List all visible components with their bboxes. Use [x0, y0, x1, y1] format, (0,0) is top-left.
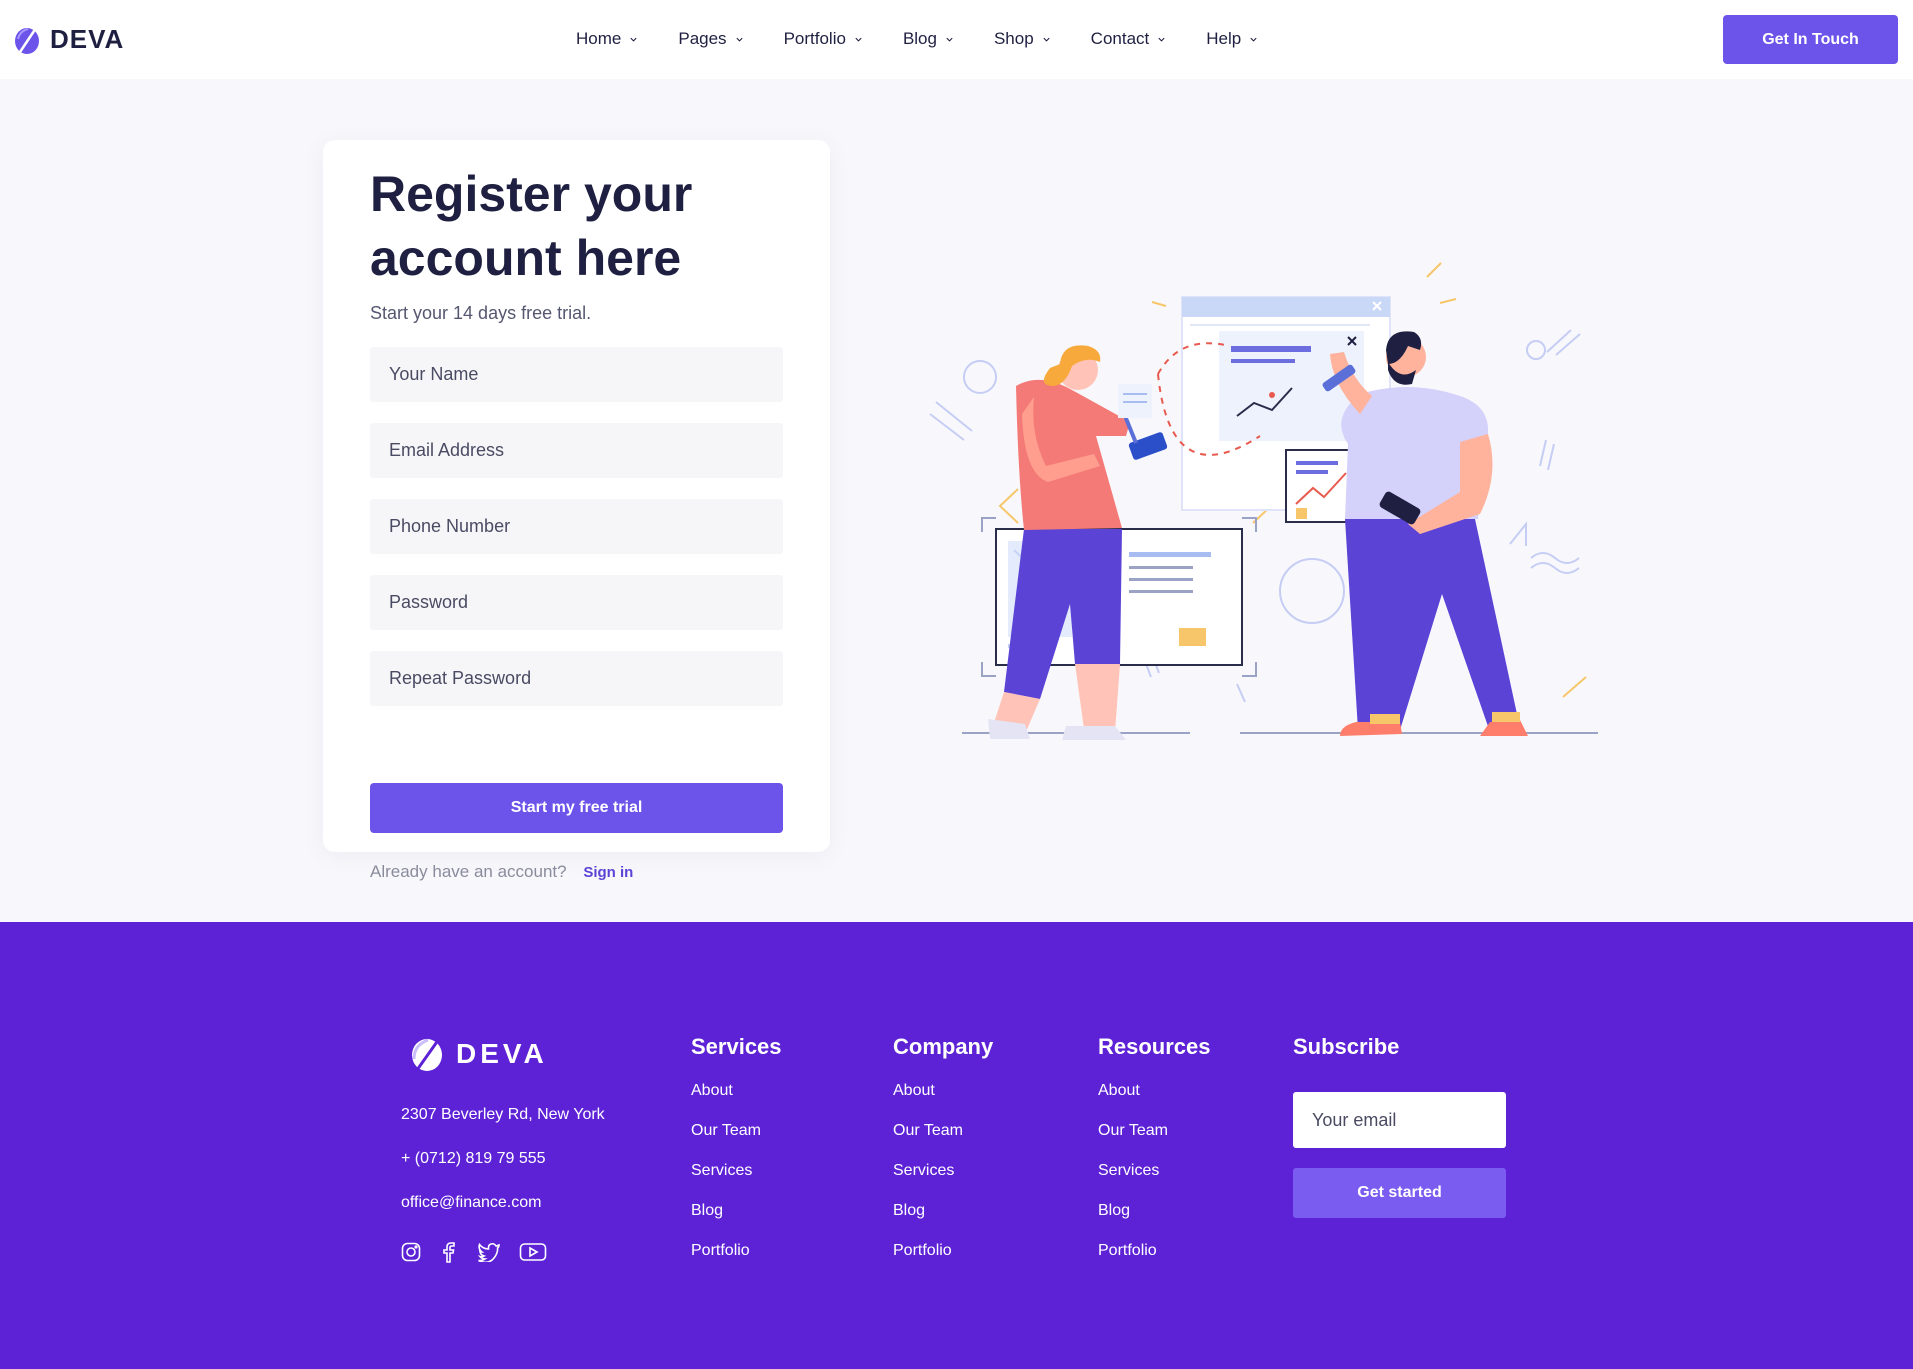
footer-column-subscribe: Subscribe: [1293, 1034, 1399, 1082]
footer-link[interactable]: Portfolio: [1098, 1242, 1211, 1282]
chevron-down-icon: [735, 37, 743, 42]
main-nav: Home Pages Portfolio Blog Shop Contact H…: [576, 29, 1298, 49]
youtube-icon[interactable]: [519, 1242, 547, 1267]
nav-item-label: Blog: [902, 29, 937, 48]
footer-link[interactable]: Services: [1098, 1162, 1211, 1202]
chevron-down-icon: [1043, 37, 1050, 42]
footer-column-title: Company: [893, 1034, 994, 1059]
footer-address: 2307 Beverley Rd, New York: [401, 1106, 605, 1123]
footer-link[interactable]: Our Team: [1098, 1122, 1211, 1162]
footer-link[interactable]: Blog: [691, 1202, 782, 1242]
footer-phone: + (0712) 819 79 555: [401, 1150, 546, 1167]
footer-link[interactable]: Blog: [1098, 1202, 1211, 1242]
footer-column-services: Services About Our Team Services Blog Po…: [691, 1034, 782, 1282]
signin-link[interactable]: Sign in: [583, 864, 633, 881]
footer-link[interactable]: Portfolio: [691, 1242, 782, 1282]
register-card: Register your account here Start your 14…: [323, 140, 830, 881]
footer-logo[interactable]: DEVA: [410, 1035, 548, 1073]
signin-prompt: Already have an account?: [370, 862, 567, 881]
nav-item-label: Help: [1206, 29, 1242, 48]
nav-item-contact[interactable]: Contact: [1091, 29, 1167, 49]
nav-item-portfolio[interactable]: Portfolio: [784, 29, 863, 49]
footer-column-company: Company About Our Team Services Blog Por…: [893, 1034, 993, 1282]
email-field[interactable]: [370, 423, 783, 478]
get-in-touch-button[interactable]: Get In Touch: [1723, 15, 1898, 64]
hero-illustration: [929, 262, 1598, 740]
twitter-icon[interactable]: [477, 1242, 501, 1267]
start-trial-button[interactable]: Start my free trial: [370, 783, 783, 833]
chevron-down-icon: [855, 37, 862, 42]
nav-item-home[interactable]: Home: [576, 29, 638, 49]
instagram-icon[interactable]: [401, 1242, 421, 1267]
nav-item-help[interactable]: Help: [1206, 29, 1258, 49]
repeat-password-field[interactable]: [370, 651, 783, 706]
footer-link[interactable]: Blog: [893, 1202, 993, 1242]
social-links: [401, 1241, 565, 1268]
footer-column-title: Services: [691, 1034, 782, 1059]
logo-icon: [15, 26, 39, 54]
footer-column-resources: Resources About Our Team Services Blog P…: [1098, 1034, 1211, 1282]
nav-item-label: Pages: [678, 29, 727, 48]
site-header: DEVA Home Pages Portfolio Blog Shop Cont…: [0, 0, 1913, 79]
nav-item-blog[interactable]: Blog: [903, 29, 954, 49]
footer-link[interactable]: Our Team: [691, 1122, 782, 1162]
footer-link[interactable]: About: [1098, 1082, 1211, 1122]
subscribe-email-input[interactable]: [1293, 1092, 1506, 1148]
brand-name: DEVA: [50, 24, 125, 54]
footer-link[interactable]: Our Team: [893, 1122, 993, 1162]
footer-link[interactable]: Services: [691, 1162, 782, 1202]
nav-item-label: Contact: [1090, 29, 1150, 48]
site-footer: DEVA 2307 Beverley Rd, New York + (0712)…: [0, 922, 1913, 1369]
signin-row: Already have an account? Sign in: [370, 862, 633, 882]
facebook-icon[interactable]: [439, 1241, 459, 1268]
brand-logo[interactable]: DEVA: [14, 24, 124, 55]
footer-column-title: Resources: [1098, 1034, 1211, 1059]
footer-link[interactable]: About: [893, 1082, 993, 1122]
footer-email: office@finance.com: [401, 1194, 542, 1211]
page-title: Register your account here: [370, 166, 693, 286]
footer-link[interactable]: Services: [893, 1162, 993, 1202]
chevron-down-icon: [1158, 37, 1165, 42]
chevron-down-icon: [630, 37, 637, 42]
password-field[interactable]: [370, 575, 783, 630]
footer-link[interactable]: Portfolio: [893, 1242, 993, 1282]
footer-link[interactable]: About: [691, 1082, 782, 1122]
nav-item-pages[interactable]: Pages: [678, 29, 743, 49]
subscribe-title: Subscribe: [1293, 1034, 1400, 1059]
chevron-down-icon: [946, 37, 953, 42]
get-started-button[interactable]: Get started: [1293, 1168, 1506, 1218]
nav-item-shop[interactable]: Shop: [994, 29, 1051, 49]
nav-item-label: Home: [576, 29, 622, 48]
page-subtitle: Start your 14 days free trial.: [370, 303, 592, 323]
footer-brand-name: DEVA: [456, 1038, 548, 1069]
hero-section: Register your account here Start your 14…: [0, 79, 1913, 922]
name-field[interactable]: [370, 347, 783, 402]
chevron-down-icon: [1250, 37, 1257, 42]
logo-icon: [412, 1038, 442, 1071]
nav-item-label: Portfolio: [783, 29, 846, 48]
nav-item-label: Shop: [993, 29, 1034, 48]
phone-field[interactable]: [370, 499, 783, 554]
